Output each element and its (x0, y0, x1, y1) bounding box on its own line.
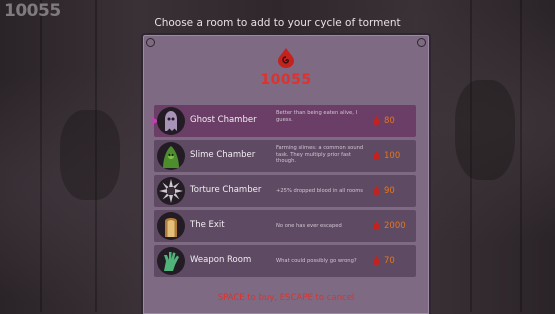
corner-ornament (417, 38, 426, 47)
ghost-icon (157, 107, 185, 135)
blood-drop-icon (373, 221, 380, 230)
room-name: Slime Chamber (190, 150, 256, 160)
blood-drop-icon (373, 116, 380, 125)
room-description: Farming slimes: a common sound task. The… (276, 145, 364, 165)
room-option-slime-chamber[interactable]: Slime Chamber Farming slimes: a common s… (154, 140, 416, 172)
green-hand-icon (157, 247, 185, 275)
room-cost: 2000 (384, 221, 406, 231)
room-name: Ghost Chamber (190, 115, 257, 125)
room-option-torture-chamber[interactable]: Torture Chamber +25% dropped blood in al… (154, 175, 416, 207)
room-name: Weapon Room (190, 255, 252, 265)
controls-hint: SPACE to buy, ESCAPE to cancel (217, 293, 355, 303)
room-cost: 70 (384, 256, 395, 266)
instruction-text: Choose a room to add to your cycle of to… (154, 17, 401, 29)
room-option-weapon-room[interactable]: Weapon Room What could possibly go wrong… (154, 245, 416, 277)
room-name: The Exit (190, 220, 225, 230)
blood-drop-icon (373, 151, 380, 160)
room-cost: 90 (384, 186, 395, 196)
room-shop-panel: 10055 Ghost Chamber Better than being ea… (141, 33, 431, 314)
door-icon (157, 212, 185, 240)
spiked-wheel-icon (157, 177, 185, 205)
room-description: What could possibly go wrong? (276, 258, 357, 264)
blood-swirl-icon (278, 48, 294, 68)
room-cost: 80 (384, 116, 395, 126)
room-cost: 100 (384, 151, 401, 161)
blood-drop-icon (373, 186, 380, 195)
room-option-the-exit[interactable]: The Exit No one has ever escaped 2000 (154, 210, 416, 242)
currency-total: 10055 (260, 72, 312, 88)
room-description: No one has ever escaped (276, 223, 342, 229)
room-description: Better than being eaten alive, I guess. (276, 110, 358, 123)
slime-icon (157, 142, 185, 170)
room-description: +25% dropped blood in all rooms (276, 188, 363, 194)
blood-drop-icon (373, 256, 380, 265)
room-option-ghost-chamber[interactable]: Ghost Chamber Better than being eaten al… (150, 105, 416, 137)
room-name: Torture Chamber (190, 185, 262, 195)
corner-ornament (146, 38, 155, 47)
